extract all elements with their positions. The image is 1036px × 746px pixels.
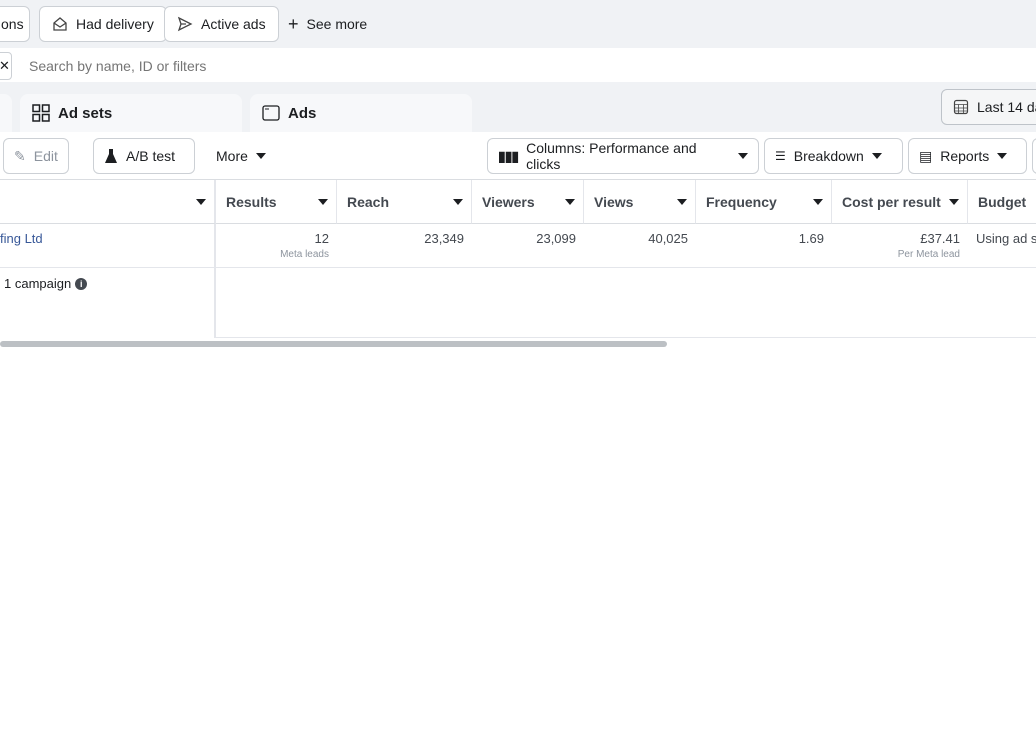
search-row: ✕ <box>0 50 1036 82</box>
name-column-header[interactable] <box>0 180 216 224</box>
ad-sets-grid-icon <box>32 104 50 122</box>
cell-viewers: 23,099 <box>472 224 584 268</box>
ab-test-button[interactable]: A/B test <box>93 138 195 174</box>
caret-down-icon[interactable] <box>565 198 575 205</box>
campaign-name-link[interactable]: fing Ltd <box>0 231 43 246</box>
caret-down-icon[interactable] <box>318 198 328 205</box>
active-ads-chip[interactable]: Active ads <box>164 6 279 42</box>
footer-divider <box>216 337 1036 338</box>
columns-icon: ▮▮▮ <box>498 147 519 164</box>
see-more-button[interactable]: + See more <box>288 6 367 42</box>
footer-summary: 1 campaign i <box>0 268 216 338</box>
edit-button[interactable]: ✎ Edit <box>3 138 69 174</box>
cell-cost-per-result: £37.41 Per Meta lead <box>832 224 968 268</box>
tab-ads[interactable]: Ads <box>250 94 472 132</box>
tab-campaigns[interactable] <box>0 94 12 132</box>
cell-views: 40,025 <box>584 224 696 268</box>
caret-down-icon <box>997 153 1008 159</box>
header-cost-per-result[interactable]: Cost per result <box>832 180 968 224</box>
pencil-icon: ✎ <box>14 147 26 164</box>
header-budget[interactable]: Budget <box>968 180 1036 224</box>
filter-bar: ons Had delivery Active ads + See more <box>0 0 1036 48</box>
send-icon <box>177 16 193 32</box>
calendar-icon <box>953 99 969 115</box>
breakdown-button[interactable]: ☰ Breakdown <box>764 138 903 174</box>
tab-ad-sets[interactable]: Ad sets <box>20 94 242 132</box>
caret-down-icon[interactable] <box>949 198 959 205</box>
filter-chip-partial[interactable]: ons <box>0 6 30 42</box>
had-delivery-chip[interactable]: Had delivery <box>39 6 167 42</box>
breakdown-icon: ☰ <box>775 149 786 163</box>
more-button[interactable]: More <box>206 138 276 174</box>
header-viewers[interactable]: Viewers <box>472 180 584 224</box>
header-frequency[interactable]: Frequency <box>696 180 832 224</box>
columns-button[interactable]: ▮▮▮ Columns: Performance and clicks <box>487 138 759 174</box>
reports-icon: ▤ <box>919 147 933 164</box>
caret-down-icon <box>255 153 266 159</box>
ad-window-icon <box>262 105 280 121</box>
header-views[interactable]: Views <box>584 180 696 224</box>
cell-frequency: 1.69 <box>696 224 832 268</box>
caret-down-icon[interactable] <box>453 198 463 205</box>
reports-button[interactable]: ▤ Reports <box>908 138 1027 174</box>
cell-reach: 23,349 <box>337 224 472 268</box>
table-row: fing Ltd <box>0 224 216 268</box>
header-reach[interactable]: Reach <box>337 180 472 224</box>
cell-results: 12 Meta leads <box>216 224 337 268</box>
toolbar: ✎ Edit A/B test More ▮▮▮ Columns: Perform… <box>0 132 1036 180</box>
caret-down-icon[interactable] <box>677 198 687 205</box>
level-tabs: Ad sets Ads Last 14 da <box>0 82 1036 132</box>
header-results[interactable]: Results <box>216 180 337 224</box>
search-input[interactable] <box>20 50 920 82</box>
date-range-picker[interactable]: Last 14 da <box>941 89 1036 125</box>
plus-icon: + <box>288 13 299 34</box>
toolbar-extra-button[interactable] <box>1032 138 1036 174</box>
clear-filter-icon[interactable]: ✕ <box>0 52 12 80</box>
caret-down-icon[interactable] <box>196 198 206 205</box>
caret-down-icon <box>738 153 748 159</box>
envelope-icon <box>53 17 67 31</box>
info-icon[interactable]: i <box>75 278 88 290</box>
cell-budget: Using ad s <box>968 224 1036 268</box>
horizontal-scrollbar[interactable] <box>0 341 667 347</box>
flask-icon <box>105 149 117 163</box>
caret-down-icon <box>871 153 882 159</box>
caret-down-icon[interactable] <box>813 198 823 205</box>
